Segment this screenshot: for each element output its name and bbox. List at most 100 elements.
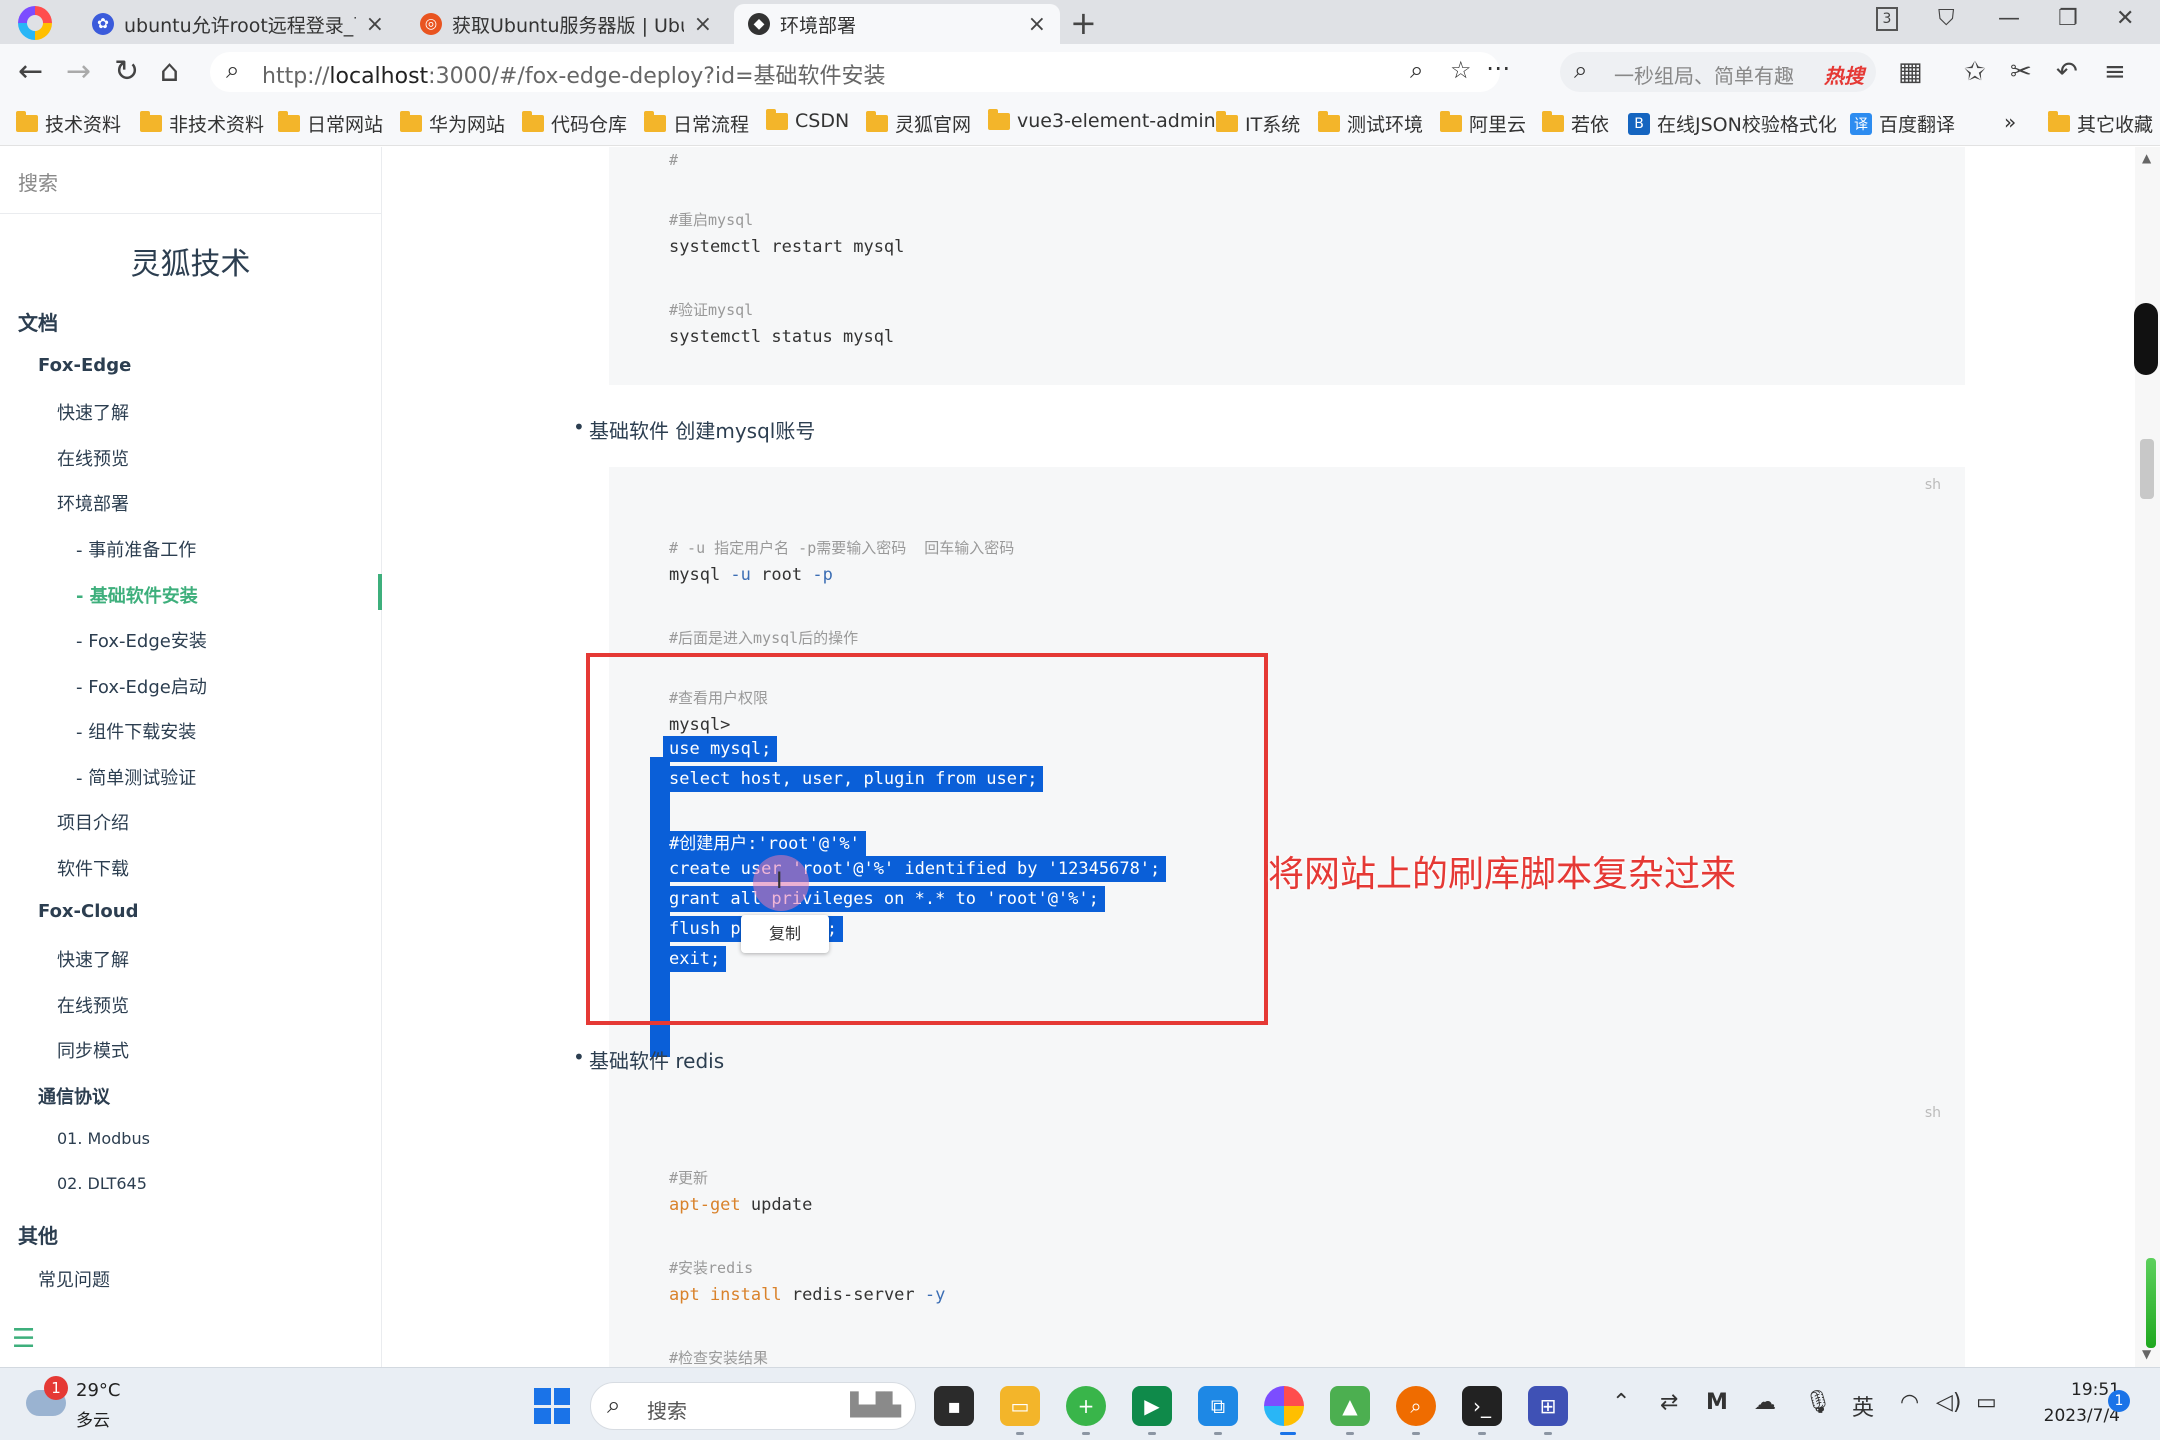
bookmark-folder[interactable]: vue3-element-admin: [988, 108, 1216, 132]
new-tab-button[interactable]: +: [1070, 4, 1097, 42]
mail-icon[interactable]: M: [1706, 1390, 1728, 1415]
sidebar-item-download[interactable]: 软件下载: [57, 855, 129, 881]
bookmark-folder[interactable]: 日常网站: [278, 110, 383, 137]
close-icon[interactable]: ×: [694, 12, 712, 37]
terminal-icon[interactable]: ›_: [1462, 1386, 1502, 1426]
chevron-up-icon[interactable]: ⌃: [1612, 1390, 1630, 1415]
bookmark-link[interactable]: B 在线JSON校验格式化: [1628, 110, 1837, 137]
sidebar-item-fox-edge[interactable]: Fox-Edge: [38, 355, 131, 376]
add-app-icon[interactable]: +: [1066, 1386, 1106, 1426]
sidebar-item-intro[interactable]: 项目介绍: [57, 809, 129, 835]
bookmark-folder[interactable]: IT系统: [1216, 110, 1300, 137]
video-app-icon[interactable]: ▶: [1132, 1386, 1172, 1426]
volume-icon[interactable]: ◁): [1936, 1390, 1962, 1415]
sidebar-item-quick[interactable]: 快速了解: [57, 399, 129, 425]
ime-indicator[interactable]: 英: [1852, 1390, 1874, 1422]
microphone-icon[interactable]: 🎙: [1804, 1390, 1832, 1415]
forward-icon[interactable]: →: [66, 54, 91, 90]
sidebar-item-preview[interactable]: 在线预览: [57, 445, 129, 471]
floating-handle[interactable]: [2134, 303, 2158, 375]
battery-icon[interactable]: ▭: [1976, 1390, 1997, 1415]
scroll-up-icon[interactable]: ▲: [2142, 151, 2151, 165]
bookmark-folder[interactable]: 若依: [1542, 110, 1609, 137]
sidebar-item-fox-cloud[interactable]: Fox-Cloud: [38, 901, 138, 922]
bookmark-link[interactable]: 译百度翻译: [1850, 110, 1955, 137]
star-bookmark-icon[interactable]: ☆: [1450, 56, 1472, 84]
scissors-icon[interactable]: ✂: [2010, 54, 2032, 90]
onedrive-cloud-icon[interactable]: ☁: [1754, 1390, 1776, 1415]
tab-env-deploy[interactable]: ◆ 环境部署 ×: [734, 4, 1060, 44]
search-tool-icon[interactable]: ⌕: [1396, 1386, 1436, 1426]
favorites-icon[interactable]: ✩: [1964, 54, 1986, 90]
remote-app-icon[interactable]: ⧉: [1198, 1386, 1238, 1426]
browser-taskbar-icon[interactable]: [1264, 1386, 1304, 1426]
sidebar-item-fe-start[interactable]: - Fox-Edge启动: [76, 673, 207, 699]
undo-icon[interactable]: ↶: [2056, 54, 2078, 90]
home-icon[interactable]: ⌂: [160, 54, 179, 90]
taskbar-search-input[interactable]: ⌕ 搜索 ▙▟▙: [590, 1382, 916, 1430]
back-icon[interactable]: ←: [18, 54, 43, 90]
copy-button[interactable]: 复制: [741, 915, 829, 953]
temperature[interactable]: 29°C: [76, 1380, 120, 1401]
bookmark-folder[interactable]: 代码仓库: [522, 110, 627, 137]
sidebar-item-fe-install[interactable]: - Fox-Edge安装: [76, 627, 207, 653]
bookmarks-overflow-button[interactable]: »: [2004, 110, 2016, 134]
restore-icon[interactable]: ❐: [2058, 6, 2078, 31]
browser-logo-icon[interactable]: [18, 6, 52, 40]
hot-search-badge[interactable]: 热搜: [1824, 60, 1864, 89]
code-block[interactable]: # #重启mysql systemctl restart mysql #验证my…: [609, 147, 1965, 385]
bookmark-folder[interactable]: CSDN: [766, 108, 849, 132]
tab-count-button[interactable]: 3: [1876, 7, 1898, 31]
url-input[interactable]: ⌕ http://localhost:3000/#/fox-edge-deplo…: [210, 52, 1510, 92]
close-icon[interactable]: ×: [1028, 12, 1046, 37]
sidebar-item-dlt645[interactable]: 02. DLT645: [57, 1174, 147, 1193]
sidebar-item-protocol[interactable]: 通信协议: [38, 1083, 110, 1109]
browser-search-input[interactable]: ⌕ 一秒组局、简单有趣 热搜: [1560, 52, 1876, 92]
code-block-redis[interactable]: sh #更新 apt-get update #安装redis apt insta…: [609, 1095, 1965, 1367]
sidebar-item-basic-software[interactable]: - 基础软件安装: [76, 582, 198, 608]
sidebar-item-components[interactable]: - 组件下载安装: [76, 718, 196, 744]
sidebar-search-input[interactable]: 搜索: [18, 167, 58, 196]
sidebar-item-fc-quick[interactable]: 快速了解: [57, 946, 129, 972]
tab-ubuntu-server[interactable]: ◎ 获取Ubuntu服务器版 | Ubun ×: [406, 4, 726, 44]
sidebar-item-fc-preview[interactable]: 在线预览: [57, 992, 129, 1018]
tab-ubuntu-root[interactable]: ✿ ubuntu允许root远程登录_百 ×: [78, 4, 398, 44]
apps-grid-icon[interactable]: ▦: [1898, 54, 1923, 90]
windows-start-icon[interactable]: [534, 1388, 570, 1424]
bookmark-folder-other[interactable]: 其它收藏: [2048, 110, 2153, 137]
minimize-icon[interactable]: —: [1998, 6, 2020, 31]
weather-desc[interactable]: 多云: [76, 1406, 110, 1431]
scroll-thumb[interactable]: [2140, 439, 2154, 499]
chart-app-icon[interactable]: ▲: [1330, 1386, 1370, 1426]
sliders-icon[interactable]: ⇄: [1660, 1390, 1678, 1415]
scroll-down-icon[interactable]: ▼: [2142, 1347, 2151, 1361]
wifi-icon[interactable]: ◠: [1900, 1390, 1919, 1415]
sidebar-item-modbus[interactable]: 01. Modbus: [57, 1129, 150, 1148]
sidebar-item-fc-sync[interactable]: 同步模式: [57, 1037, 129, 1063]
bookmark-folder[interactable]: 日常流程: [644, 110, 749, 137]
site-title[interactable]: 灵狐技术: [0, 239, 381, 283]
bookmark-folder[interactable]: 非技术资料: [140, 110, 264, 137]
bookmark-folder[interactable]: 灵狐官网: [866, 110, 971, 137]
sidebar-item-test[interactable]: - 简单测试验证: [76, 764, 196, 790]
bookmark-folder[interactable]: 测试环境: [1318, 110, 1423, 137]
bookmark-folder[interactable]: 华为网站: [400, 110, 505, 137]
sidebar-item-prep[interactable]: - 事前准备工作: [76, 536, 196, 562]
bookmark-folder[interactable]: 阿里云: [1440, 110, 1526, 137]
clock-date[interactable]: 2023/7/4: [2012, 1406, 2120, 1426]
bookmark-folder[interactable]: 技术资料: [16, 110, 121, 137]
close-icon[interactable]: ×: [366, 12, 384, 37]
more-icon[interactable]: ⋯: [1486, 54, 1510, 82]
hamburger-menu-icon[interactable]: ☰: [12, 1324, 35, 1354]
file-explorer-icon[interactable]: ▭: [1000, 1386, 1040, 1426]
reload-icon[interactable]: ↻: [114, 54, 139, 90]
notification-badge[interactable]: 1: [2108, 1390, 2130, 1412]
close-window-icon[interactable]: ✕: [2116, 6, 2134, 31]
zoom-icon[interactable]: ⌕: [1410, 56, 1423, 84]
network-app-icon[interactable]: ⊞: [1528, 1386, 1568, 1426]
sidebar-item-faq[interactable]: 常见问题: [38, 1266, 110, 1292]
shirt-skin-icon[interactable]: ⛉: [1938, 6, 1955, 31]
sidebar-item-env[interactable]: 环境部署: [57, 490, 129, 516]
task-view-icon[interactable]: ▪: [934, 1386, 974, 1426]
menu-icon[interactable]: ≡: [2104, 54, 2126, 90]
